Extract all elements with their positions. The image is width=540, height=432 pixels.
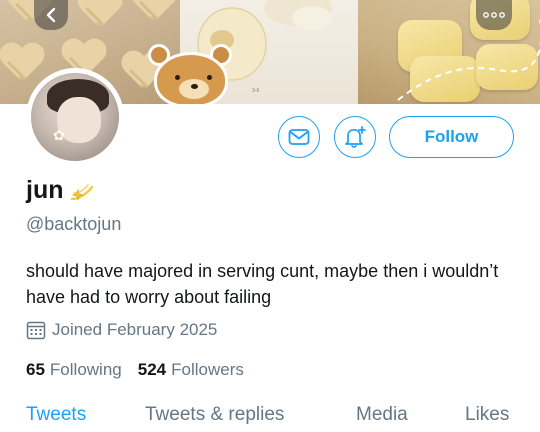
bear-head: [154, 52, 228, 104]
follow-stats: 65 Following 524 Followers: [26, 360, 260, 380]
display-name: jun: [26, 176, 64, 204]
joined-date-row: Joined February 2025: [26, 320, 217, 340]
follow-button[interactable]: Follow: [389, 116, 514, 158]
bio: should have majored in serving cunt, may…: [26, 261, 499, 307]
more-icon: [483, 12, 505, 18]
followers-label: Followers: [171, 360, 244, 379]
dashed-line-decor: [397, 20, 540, 101]
back-button[interactable]: [34, 0, 68, 30]
message-button[interactable]: [278, 116, 320, 158]
more-options-button[interactable]: [476, 0, 512, 30]
chevron-left-icon: [46, 7, 56, 23]
tab-likes[interactable]: Likes: [465, 404, 509, 426]
bear-snout: [179, 79, 209, 99]
shooting-star-icon: [70, 183, 93, 200]
tab-tweets[interactable]: Tweets: [26, 404, 86, 426]
tab-tweets-and-replies[interactable]: Tweets & replies: [145, 404, 284, 426]
following-count: 65: [26, 360, 45, 379]
avatar-photo: ✿: [31, 73, 119, 161]
followers-stat[interactable]: 524 Followers: [138, 360, 244, 380]
bear-sticker: [148, 44, 234, 104]
notifications-button[interactable]: [334, 116, 376, 158]
heart-pastry: [78, 0, 122, 30]
following-label: Following: [49, 360, 122, 379]
heart-pastry: [132, 0, 176, 24]
avatar[interactable]: ✿: [26, 68, 124, 166]
display-name-row: jun: [26, 176, 96, 205]
banner-caption: 3-6: [252, 88, 260, 94]
tab-media[interactable]: Media: [356, 404, 408, 426]
bear-nose: [191, 84, 198, 89]
handle: @backtojun: [26, 214, 122, 234]
bear-eye: [175, 75, 180, 80]
profile-tabs: Tweets Tweets & replies Media Likes: [0, 404, 540, 432]
flower-icon: ✿: [53, 127, 65, 143]
followers-count: 524: [137, 360, 167, 379]
mail-icon: [288, 129, 310, 145]
following-stat[interactable]: 65 Following: [26, 360, 122, 380]
banner-panel-cheese: [358, 0, 540, 104]
calendar-icon: [26, 321, 46, 340]
joined-date: Joined February 2025: [52, 320, 218, 339]
bear-eye: [207, 75, 212, 80]
bell-plus-icon: [345, 126, 366, 148]
